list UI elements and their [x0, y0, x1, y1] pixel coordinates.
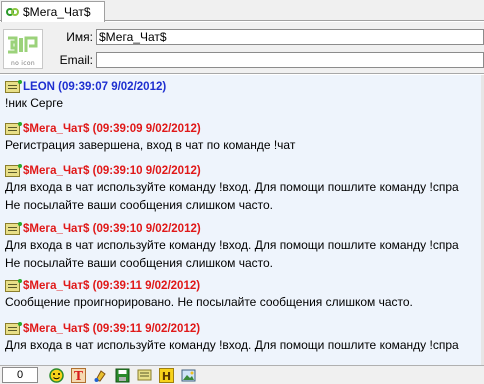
message-sender: $Мега_Чат$ (09:39:10 9/02/2012): [23, 164, 201, 177]
email-label: Email:: [59, 53, 93, 67]
message-icon: [5, 278, 22, 292]
message-text: Не посылайте ваши сообщения слишком част…: [5, 198, 273, 212]
message-text: Не посылайте ваши сообщения слишком част…: [5, 256, 273, 270]
email-field[interactable]: [96, 52, 484, 68]
message-sender: LEON (09:39:07 9/02/2012): [23, 80, 167, 93]
message-text: Для входа в чат используйте команду !вхо…: [5, 238, 459, 252]
bottom-toolbar: 0 T H: [0, 365, 484, 384]
chat-message: $Мега_Чат$ (09:39:11 9/02/2012) Сообщени…: [0, 278, 484, 311]
tab-bar: $Мега_Чат$: [0, 0, 484, 22]
message-icon: [5, 121, 22, 135]
image-icon[interactable]: [180, 367, 196, 383]
message-text: !ник Серге: [5, 96, 64, 110]
message-text: Для входа в чат используйте команду !вхо…: [5, 180, 459, 194]
text-format-icon[interactable]: T: [70, 367, 86, 383]
message-icon: [5, 79, 22, 93]
svg-text:T: T: [74, 369, 83, 383]
save-icon[interactable]: [114, 367, 130, 383]
logo-caption: no icon: [11, 60, 35, 67]
chat-message: $Мега_Чат$ (09:39:09 9/02/2012) Регистра…: [0, 121, 484, 154]
double-ring-icon: [6, 7, 19, 18]
message-sender: $Мега_Чат$ (09:39:11 9/02/2012): [23, 279, 201, 292]
avatar: no icon: [3, 29, 43, 69]
contact-header: no icon Имя: $Мега_Чат$ Email:: [0, 22, 484, 74]
paint-icon[interactable]: [92, 367, 108, 383]
chat-message: $Мега_Чат$ (09:39:11 9/02/2012) Для вход…: [0, 321, 484, 354]
smiley-icon[interactable]: [48, 367, 64, 383]
message-icon: [5, 221, 22, 235]
name-label: Имя:: [66, 30, 93, 44]
message-sender: $Мега_Чат$ (09:39:11 9/02/2012): [23, 322, 201, 335]
message-text: Сообщение проигнорировано. Не посылайте …: [5, 295, 413, 309]
highlight-icon[interactable]: H: [158, 367, 174, 383]
character-counter: 0: [2, 367, 38, 383]
chat-message: $Мега_Чат$ (09:39:10 9/02/2012) Для вход…: [0, 163, 484, 214]
message-icon: [5, 321, 22, 335]
tab-label: $Мега_Чат$: [23, 5, 91, 19]
message-icon: [5, 163, 22, 177]
message-sender: $Мега_Чат$ (09:39:10 9/02/2012): [23, 222, 201, 235]
qip-logo-icon: [8, 36, 38, 54]
message-text: Для входа в чат используйте команду !вхо…: [5, 338, 459, 352]
name-field[interactable]: $Мега_Чат$: [96, 29, 484, 45]
message-sender: $Мега_Чат$ (09:39:09 9/02/2012): [23, 122, 201, 135]
tab-mega-chat[interactable]: $Мега_Чат$: [1, 1, 105, 22]
chat-message: $Мега_Чат$ (09:39:10 9/02/2012) Для вход…: [0, 221, 484, 272]
chat-note-icon[interactable]: [136, 367, 152, 383]
svg-text:H: H: [161, 370, 170, 383]
message-text: Регистрация завершена, вход в чат по ком…: [5, 138, 296, 152]
chat-message: LEON (09:39:07 9/02/2012) !ник Серге: [0, 79, 484, 112]
chat-log[interactable]: LEON (09:39:07 9/02/2012) !ник Серге $Ме…: [0, 75, 484, 365]
